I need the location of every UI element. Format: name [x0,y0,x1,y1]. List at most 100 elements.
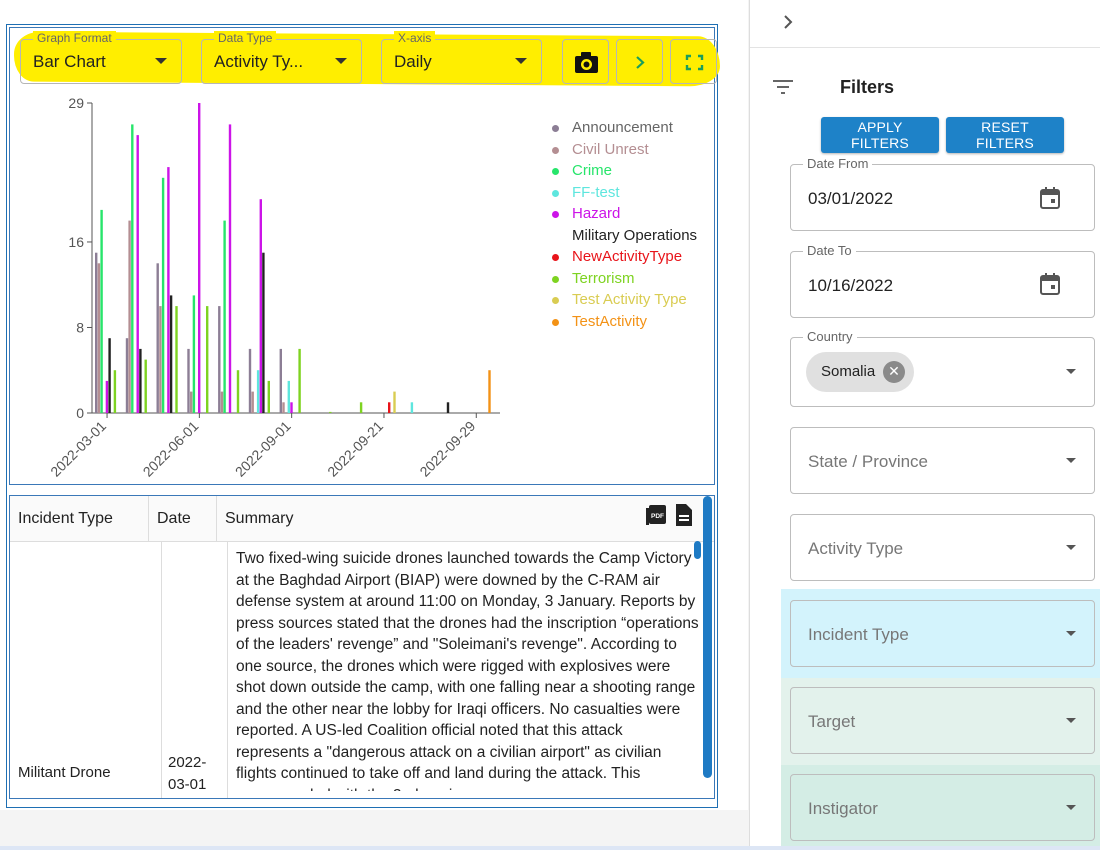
bar-terrorism [175,306,178,413]
chevron-right-icon[interactable] [780,13,796,31]
summary-scroll-thumb[interactable] [694,541,701,559]
target-select[interactable]: Target [790,687,1095,754]
legend-dot-icon [552,275,559,283]
reset-filters-button[interactable]: RESET FILTERS [946,117,1064,153]
bar-hazard [136,135,139,413]
country-field[interactable]: Country Somalia ✕ [790,329,1095,407]
bar-civil-unrest [97,263,101,413]
date-from-field[interactable]: Date From 03/01/2022 [790,156,1095,231]
x-tick-label: 2022-09-21 [324,418,386,480]
legend-label: Terrorism [572,269,635,287]
legend-dot-icon [552,254,559,261]
column-divider [161,542,162,798]
calendar-icon[interactable] [1039,186,1061,210]
legend-label: Civil Unrest [572,140,649,158]
chip-label: Somalia [821,363,876,380]
bar-announcement [248,348,252,413]
window-bottom-edge [0,846,1100,850]
activity-type-select[interactable]: Activity Type [790,514,1095,581]
incident-type-select[interactable]: Incident Type [790,600,1095,667]
bar-crime [100,209,103,413]
legend-label: Announcement [572,119,673,136]
bar-terrorism [206,306,209,413]
bar-crime [161,177,165,413]
legend-dot-icon [552,211,559,218]
bar-test-activity-type [393,391,396,413]
cell-summary: Two fixed-wing suicide drones launched t… [236,550,699,791]
bar-terrorism [113,370,117,413]
divider [750,47,1100,48]
column-header-date[interactable]: Date [149,496,217,542]
bar-announcement [279,348,282,413]
bar-hazard [259,199,262,413]
bar-military-operations [262,252,265,413]
bar-crime [223,220,226,413]
bar-terrorism [329,411,332,413]
country-chip[interactable]: Somalia ✕ [806,352,914,392]
legend-label: Hazard [572,205,621,222]
x-tick-label: 2022-03-01 [47,418,109,480]
bar-announcement [218,306,221,413]
chevron-down-icon [1066,631,1076,636]
x-tick-label: 2022-09-01 [232,418,294,480]
bar-crime [131,124,134,414]
bar-announcement [187,348,190,413]
legend-dot-icon [552,318,559,326]
bar-hazard [290,402,293,413]
bar-civil-unrest [282,402,285,413]
document-export-icon[interactable] [674,503,694,527]
x-tick-label: 2022-06-01 [140,418,202,480]
legend-dot-icon [552,189,559,197]
apply-filters-button[interactable]: APPLY FILTERS [821,117,939,153]
state-province-placeholder: State / Province [808,452,929,471]
bar-ff-test [256,370,260,413]
bar-hazard [198,103,201,413]
bar-military-operations [139,348,142,413]
legend-dot-icon [552,146,559,154]
x-tick-label: 2022-09-29 [416,418,478,480]
legend-label: Military Operations [572,226,698,244]
legend-label: TestActivity [572,312,648,330]
bar-military-operations [169,295,173,413]
bar-military-operations [108,338,111,413]
bar-civil-unrest [190,391,193,413]
bar-hazard [167,167,170,413]
chevron-down-icon [1066,718,1076,723]
chevron-down-icon [1066,545,1076,550]
bar-announcement [156,263,159,413]
legend-dot-icon [552,125,559,132]
calendar-icon[interactable] [1039,272,1061,296]
bar-ff-test [287,380,290,413]
bar-civil-unrest [251,391,254,413]
chevron-down-icon [1066,458,1076,463]
bar-terrorism [267,380,270,413]
date-from-label: Date From [803,156,873,172]
filter-icon[interactable] [772,78,794,96]
legend-label: Crime [572,162,612,179]
bar-terrorism [144,359,147,413]
filters-sidebar: Filters APPLY FILTERS RESET FILTERS Date… [749,0,1100,850]
bar-hazard [105,380,109,413]
chevron-down-icon[interactable] [1066,369,1076,374]
bar-terrorism [298,348,301,413]
activity-type-placeholder: Activity Type [808,539,904,558]
y-tick-label: 16 [68,234,84,250]
state-province-select[interactable]: State / Province [790,427,1095,494]
bar-chart: 0 8 16 29 2022-03-01 2022-06-01 2022-09-01 2022… [47,95,500,480]
pdf-export-icon[interactable]: PDF [646,504,668,526]
table-scrollbar[interactable] [703,496,712,778]
close-icon[interactable]: ✕ [883,361,905,383]
legend-dot-icon [552,168,559,175]
legend-label: NewActivityType [572,248,683,265]
chevron-down-icon [1066,805,1076,810]
cell-incident-type: Militant Drone [18,764,111,781]
svg-text:PDF: PDF [651,513,664,520]
bar-testactivity [488,370,491,413]
bar-crime [192,295,196,413]
column-header-summary[interactable]: Summary [217,496,714,542]
target-placeholder: Target [808,712,856,731]
column-header-incident-type[interactable]: Incident Type [10,496,149,542]
bar-civil-unrest [128,220,131,413]
date-to-field[interactable]: Date To 10/16/2022 [790,243,1095,318]
instigator-select[interactable]: Instigator [790,774,1095,841]
